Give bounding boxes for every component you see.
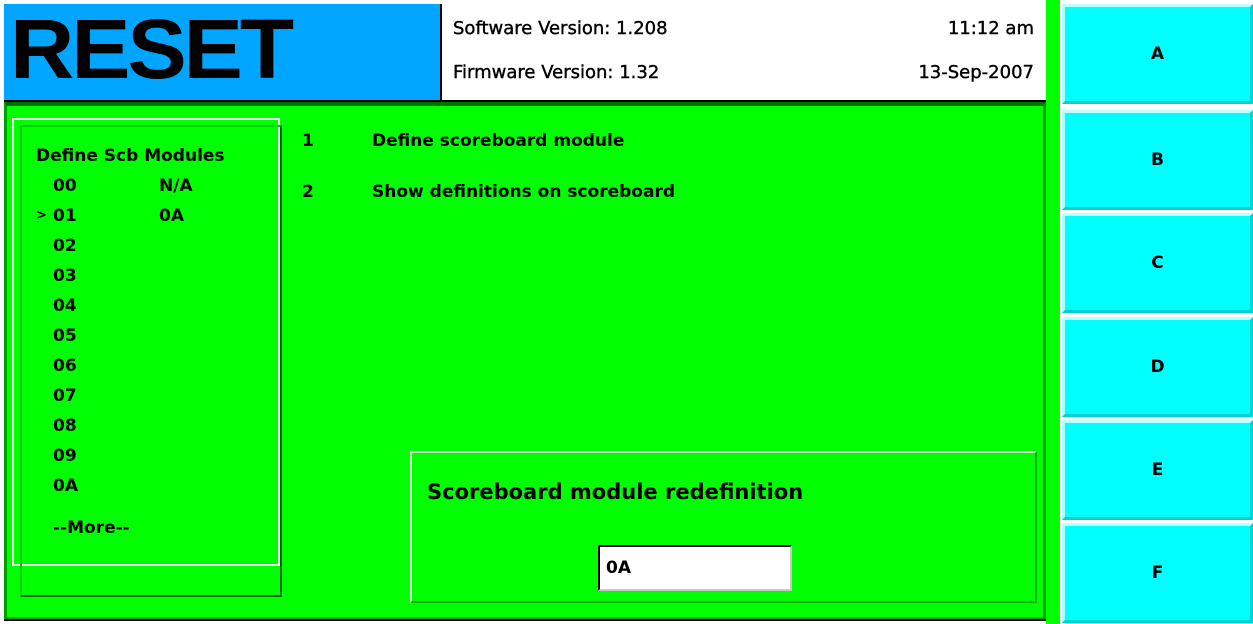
redefinition-title: Scoreboard module redefinition [427,480,804,504]
module-row-id[interactable]: 08 [53,411,77,441]
module-row-id[interactable]: 04 [53,291,77,321]
module-row-id[interactable]: 02 [53,231,77,261]
reset-logo: RESET [10,2,294,96]
menu-item-2-number: 2 [302,182,314,202]
module-redefinition-input[interactable]: 0A [598,545,792,591]
softkey-f-button[interactable]: F [1062,523,1253,623]
module-row-value: N/A [159,176,193,196]
module-row-id[interactable]: 03 [53,261,77,291]
module-row-id[interactable]: 01 [53,201,77,231]
module-row-id[interactable]: 0A [53,471,78,501]
softkey-e-button[interactable]: E [1062,420,1253,520]
module-row-value: 0A [159,206,184,226]
menu-item-1-number: 1 [302,131,314,151]
softkey-b-button[interactable]: B [1062,110,1253,210]
softkey-c-button[interactable]: C [1062,213,1253,313]
firmware-version: Firmware Version: 1.32 [453,62,660,83]
module-row-id[interactable]: 09 [53,441,77,471]
software-version: Software Version: 1.208 [453,18,668,39]
clock-time: 11:12 am [947,18,1035,39]
module-row-id[interactable]: 05 [53,321,77,351]
module-list-more[interactable]: --More-- [53,513,130,543]
menu-item-show-definitions[interactable]: Show definitions on scoreboard [372,182,675,202]
module-row-id[interactable]: 06 [53,351,77,381]
module-row-id[interactable]: 00 [53,171,77,201]
softkey-d-button[interactable]: D [1062,317,1253,417]
bottom-divider [4,619,1046,621]
row-selection-marker: > [36,208,47,223]
menu-item-define-module[interactable]: Define scoreboard module [372,131,624,151]
module-list-title: Define Scb Modules [36,146,225,166]
softkey-a-button[interactable]: A [1062,4,1253,104]
separator-bar [1046,0,1060,624]
clock-date: 13-Sep-2007 [918,62,1034,83]
module-row-id[interactable]: 07 [53,381,77,411]
